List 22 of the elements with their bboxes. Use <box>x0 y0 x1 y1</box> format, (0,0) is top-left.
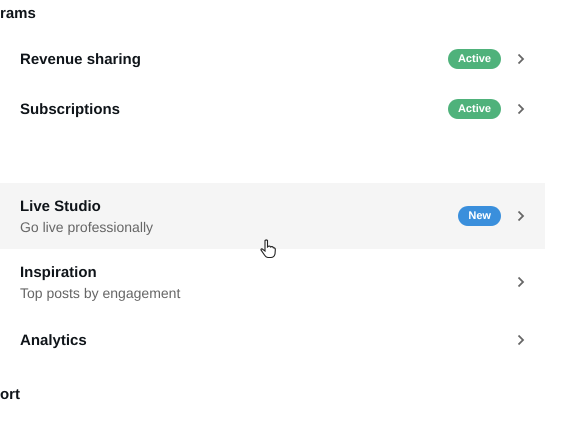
item-subtitle: Go live professionally <box>20 218 154 234</box>
section-heading: rams <box>0 4 37 24</box>
item-title: Subscriptions <box>20 100 122 118</box>
chevron-right-icon <box>517 276 525 288</box>
menu-item[interactable]: Analytics <box>0 315 545 365</box>
item-subtitle: Top posts by engagement <box>20 284 182 300</box>
status-badge: Active <box>448 99 501 119</box>
menu-item[interactable]: Inspiration Top posts by engagement <box>0 249 545 315</box>
menu-item[interactable]: Revenue sharing Active <box>0 34 545 84</box>
item-title: Analytics <box>20 332 88 348</box>
chevron-right-icon <box>517 53 525 65</box>
item-title: Inspiration <box>20 264 98 280</box>
chevron-right-icon <box>517 210 525 222</box>
status-badge: Active <box>448 49 501 69</box>
chevron-right-icon <box>517 103 525 115</box>
menu-item[interactable]: Subscriptions Active <box>0 84 545 134</box>
status-badge: New <box>458 206 501 226</box>
chevron-right-icon <box>517 334 525 346</box>
hand-cursor-icon <box>260 239 276 259</box>
item-title: Revenue sharing <box>20 50 142 68</box>
item-title: Live Studio <box>20 198 102 214</box>
section-heading: ort <box>0 385 21 405</box>
